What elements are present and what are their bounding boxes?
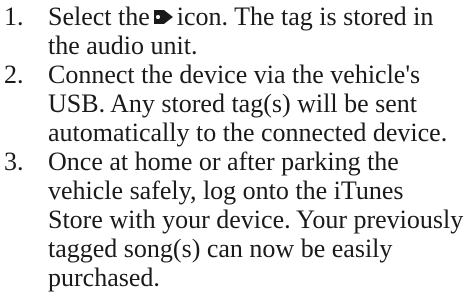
step-number: 3. <box>4 147 24 176</box>
tag-icon <box>153 7 175 27</box>
step-number: 1. <box>4 2 24 31</box>
step-line: Select the icon. The tag is stored in <box>48 2 433 31</box>
step-number: 2. <box>4 60 24 89</box>
step-line: automatically to the connected device. <box>48 118 448 147</box>
step-line: USB. Any stored tag(s) will be sent <box>48 89 418 118</box>
step-line: the audio unit. <box>48 31 198 60</box>
step-line: vehicle safely, log onto the iTunes <box>48 176 404 205</box>
step-line: Connect the device via the vehicle's <box>48 60 421 89</box>
instruction-list: 1. Select the icon. The tag is stored in … <box>0 0 473 295</box>
step-line: Store with your device. Your previously <box>48 205 464 234</box>
step-line: Once at home or after parking the <box>48 147 399 176</box>
step-text: Select the <box>48 2 150 31</box>
step-line: purchased. <box>48 263 160 292</box>
step-line: tagged song(s) can now be easily <box>48 234 393 263</box>
step-text: icon. The tag is stored in <box>176 2 434 31</box>
